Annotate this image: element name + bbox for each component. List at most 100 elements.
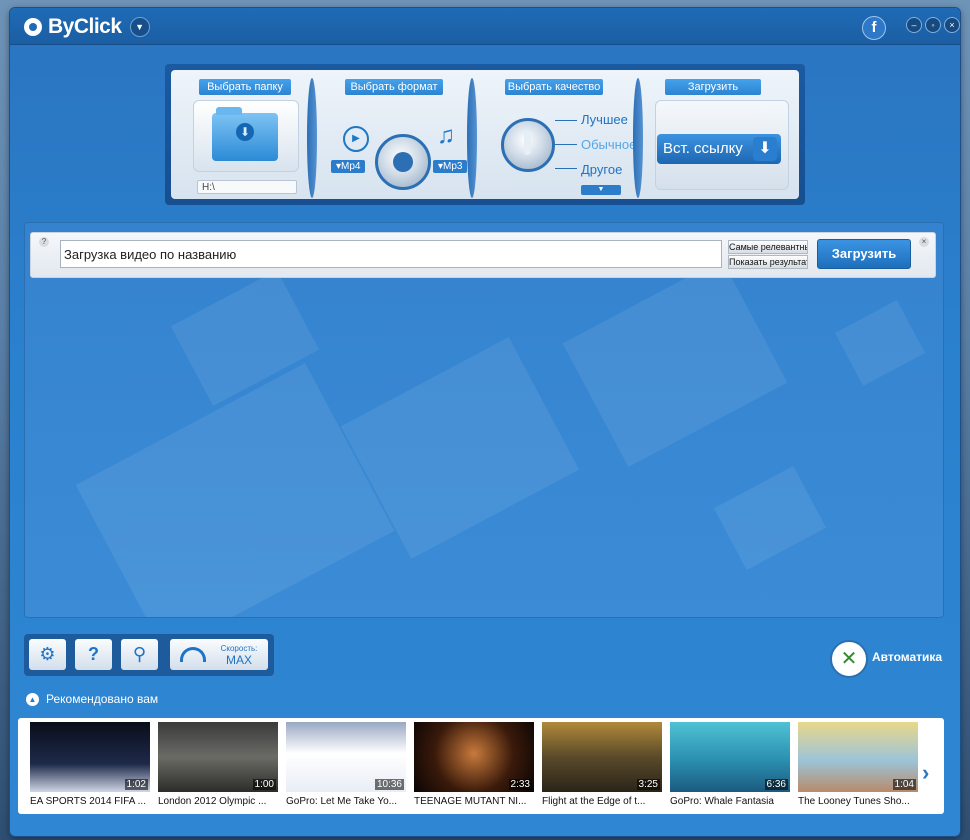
video-duration: 6:36 — [764, 779, 788, 790]
paste-link-button[interactable]: Вст. ссылку ⬇ — [657, 134, 781, 164]
search-download-button[interactable]: Загрузить — [817, 239, 911, 269]
video-thumbnail[interactable]: 1:02 — [30, 722, 150, 792]
format-dial-center — [393, 152, 413, 172]
music-note-icon[interactable]: ♫ — [437, 122, 455, 150]
panel-separator — [633, 78, 643, 198]
folder-path-field[interactable]: H:\ — [197, 180, 297, 194]
video-duration: 3:25 — [636, 779, 660, 790]
recommended-header[interactable]: ▲ Рекомендовано вам — [26, 692, 158, 706]
video-title[interactable]: Flight at the Edge of t... — [542, 796, 662, 807]
search-input[interactable]: Загрузка видео по названию — [60, 240, 722, 268]
byclick-logo-icon — [24, 18, 42, 36]
video-title[interactable]: TEENAGE MUTANT NI... — [414, 796, 534, 807]
quality-connector — [555, 120, 577, 121]
download-arrow-icon: ⬇ — [236, 123, 254, 141]
panel-separator — [467, 78, 477, 198]
quality-dial[interactable] — [501, 118, 555, 172]
search-bar: ? Загрузка видео по названию Самые релев… — [30, 232, 936, 278]
video-duration: 10:36 — [374, 779, 404, 790]
app-logo: ByClick ▼ — [24, 15, 150, 39]
speed-button[interactable]: Скорость: MAX — [170, 639, 268, 670]
facebook-icon[interactable]: f — [862, 16, 886, 40]
paste-link-label: Вст. ссылку — [663, 140, 743, 157]
speedometer-icon — [180, 647, 206, 662]
format-dial[interactable] — [375, 134, 431, 190]
format-audio-value: Mp3 — [443, 161, 463, 172]
panel-separator — [307, 78, 317, 198]
settings-panel-inner: Выбрать папку ⬇ H:\ Выбрать формат ▶ ♫ ▾… — [171, 70, 799, 199]
collapse-chevron-icon[interactable]: ▲ — [26, 692, 39, 706]
minimize-button[interactable]: – — [906, 17, 922, 33]
speed-label: Скорость: — [220, 644, 258, 653]
video-card[interactable]: 10:36 GoPro: Let Me Take Yo... — [286, 722, 406, 807]
video-card[interactable]: 6:36 GoPro: Whale Fantasia — [670, 722, 790, 807]
video-card[interactable]: 1:04 The Looney Tunes Sho... — [798, 722, 918, 807]
title-bar: ByClick ▼ f – ◦ × — [10, 8, 960, 45]
video-duration: 1:02 — [124, 779, 148, 790]
quality-option-other[interactable]: Другое — [581, 162, 622, 177]
video-card[interactable]: 1:02 EA SPORTS 2014 FIFA ... — [30, 722, 150, 807]
quality-option-normal[interactable]: Обычное — [581, 137, 636, 152]
choose-folder-label: Выбрать папку — [199, 79, 291, 95]
background-tile — [835, 300, 925, 386]
video-thumbnail[interactable]: 3:25 — [542, 722, 662, 792]
video-thumbnail[interactable]: 2:33 — [414, 722, 534, 792]
recommended-title: Рекомендовано вам — [46, 692, 159, 706]
video-title[interactable]: London 2012 Olympic ... — [158, 796, 278, 807]
question-icon: ? — [88, 644, 99, 664]
speed-value: MAX — [225, 653, 252, 667]
quality-dial-pointer — [524, 131, 531, 155]
window-controls: – ◦ × — [906, 17, 960, 33]
quality-connector — [555, 168, 577, 169]
video-play-icon[interactable]: ▶ — [343, 126, 369, 152]
folder-icon: ⬇ — [212, 107, 278, 161]
video-title[interactable]: GoPro: Let Me Take Yo... — [286, 796, 406, 807]
settings-button[interactable]: ⚙ — [29, 639, 66, 670]
app-title: ByClick — [48, 15, 122, 38]
automatic-mode-label[interactable]: Автоматика — [872, 650, 942, 664]
choose-format-label: Выбрать формат — [345, 79, 443, 95]
app-window: ByClick ▼ f – ◦ × Выбрать папку ⬇ H:\ Вы… — [10, 8, 960, 836]
show-results-option[interactable]: Показать результат — [728, 255, 808, 269]
search-button[interactable]: ⚲ — [121, 639, 158, 670]
gear-icon: ⚙ — [39, 644, 56, 664]
video-title[interactable]: The Looney Tunes Sho... — [798, 796, 918, 807]
quality-dropdown[interactable]: ▼ — [581, 185, 621, 195]
video-card[interactable]: 1:00 London 2012 Olympic ... — [158, 722, 278, 807]
sort-relevance-option[interactable]: Самые релевантны — [728, 240, 808, 254]
format-audio-dropdown[interactable]: ▾Mp3 — [433, 160, 468, 173]
quality-connector — [555, 144, 577, 145]
video-card[interactable]: 2:33 TEENAGE MUTANT NI... — [414, 722, 534, 807]
choose-quality-label: Выбрать качество — [505, 79, 603, 95]
video-thumbnail[interactable]: 10:36 — [286, 722, 406, 792]
settings-panel: Выбрать папку ⬇ H:\ Выбрать формат ▶ ♫ ▾… — [165, 64, 805, 205]
video-card[interactable]: 3:25 Flight at the Edge of t... — [542, 722, 662, 807]
video-thumbnail[interactable]: 6:36 — [670, 722, 790, 792]
background-tile — [75, 363, 395, 617]
video-duration: 2:33 — [508, 779, 532, 790]
bottom-toolbar: ⚙ ? ⚲ Скорость: MAX — [24, 634, 274, 676]
format-video-value: Mp4 — [341, 161, 361, 172]
choose-folder-button[interactable]: ⬇ — [193, 100, 299, 172]
next-chevron-icon[interactable]: › — [922, 760, 929, 786]
download-section-label: Загрузить — [665, 79, 761, 95]
restore-button[interactable]: ◦ — [925, 17, 941, 33]
app-menu-chevron-icon[interactable]: ▼ — [129, 17, 150, 37]
video-duration: 1:04 — [892, 779, 916, 790]
automatic-mode-icon[interactable]: ✕ — [830, 640, 868, 678]
download-arrow-icon: ⬇ — [753, 137, 777, 161]
search-icon: ⚲ — [132, 644, 147, 664]
quality-option-best[interactable]: Лучшее — [581, 112, 628, 127]
format-video-dropdown[interactable]: ▾Mp4 — [331, 160, 366, 173]
close-search-icon[interactable]: × — [919, 237, 929, 247]
video-duration: 1:00 — [252, 779, 276, 790]
help-button[interactable]: ? — [75, 639, 112, 670]
help-icon[interactable]: ? — [39, 237, 49, 247]
video-title[interactable]: GoPro: Whale Fantasia — [670, 796, 790, 807]
close-button[interactable]: × — [944, 17, 960, 33]
background-tile — [713, 465, 827, 571]
video-thumbnail[interactable]: 1:04 — [798, 722, 918, 792]
video-thumbnail[interactable]: 1:00 — [158, 722, 278, 792]
background-tile — [562, 258, 788, 468]
video-title[interactable]: EA SPORTS 2014 FIFA ... — [30, 796, 150, 807]
